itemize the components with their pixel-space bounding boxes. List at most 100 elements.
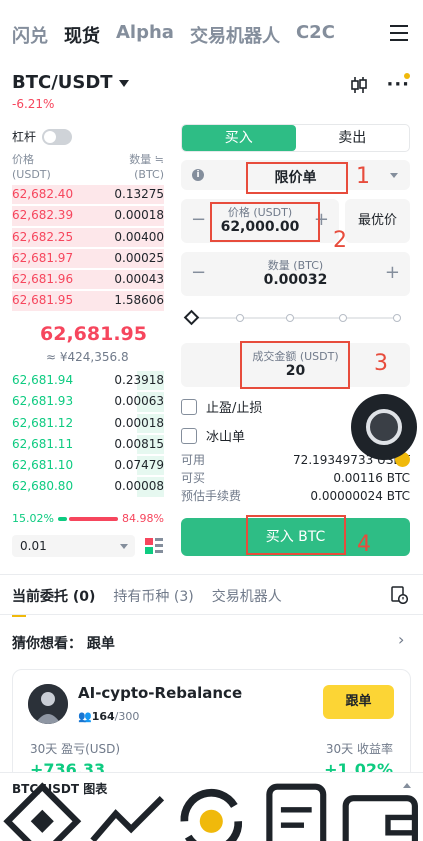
candlestick-icon[interactable] bbox=[350, 76, 368, 94]
bid-row[interactable]: 62,681.11 0.00815 bbox=[12, 434, 164, 455]
annotation-box-1 bbox=[246, 162, 348, 194]
tab-convert[interactable]: 闪兑 bbox=[12, 22, 48, 48]
top-tabs: 闪兑 现货 Alpha 交易机器人 C2C bbox=[12, 22, 335, 48]
amount-slider[interactable] bbox=[183, 309, 403, 326]
ask-qty: 1.58606 bbox=[114, 293, 164, 308]
annotation-box-3 bbox=[240, 341, 350, 389]
iceberg-checkbox[interactable]: 冰山单 bbox=[181, 426, 245, 445]
ask-price: 62,681.97 bbox=[12, 250, 74, 265]
more-icon[interactable]: ··· bbox=[386, 76, 410, 94]
best-price-button[interactable]: 最优价 bbox=[345, 199, 410, 243]
available-label[interactable]: 可用 bbox=[181, 451, 205, 469]
fee-label: 预估手续费 bbox=[181, 489, 242, 503]
home-icon[interactable] bbox=[0, 779, 85, 841]
tab-alpha[interactable]: Alpha bbox=[116, 22, 174, 48]
sell-tab[interactable]: 卖出 bbox=[296, 125, 410, 151]
pair-selector[interactable]: BTC/USDT bbox=[12, 72, 129, 93]
buy-sell-ratio: 15.02% 84.98% bbox=[12, 512, 164, 525]
slider-mark[interactable] bbox=[286, 314, 294, 322]
buy-tab[interactable]: 买入 bbox=[182, 125, 296, 151]
notification-dot bbox=[404, 73, 410, 79]
ask-price: 62,682.25 bbox=[12, 229, 74, 244]
ask-row[interactable]: 62,682.39 0.00018 bbox=[12, 205, 164, 226]
order-history-icon[interactable] bbox=[390, 586, 408, 604]
tab-spot[interactable]: 现货 bbox=[64, 22, 100, 48]
bot-users-count: 164 bbox=[91, 710, 115, 723]
orders-tabs: 当前委托 (0) 持有币种 (3) 交易机器人 bbox=[12, 586, 282, 617]
ask-row[interactable]: 62,681.95 1.58606 bbox=[12, 290, 164, 311]
slider-mark[interactable] bbox=[393, 314, 401, 322]
leverage-toggle[interactable]: 杠杆 bbox=[12, 128, 73, 145]
bid-list: 62,681.94 0.23918 62,681.93 0.00063 62,681.1… bbox=[12, 370, 164, 498]
bid-price: 62,681.10 bbox=[12, 458, 74, 473]
bid-qty: 0.00063 bbox=[114, 394, 164, 409]
tab-c2c[interactable]: C2C bbox=[296, 22, 335, 48]
ask-qty: 0.00043 bbox=[114, 272, 164, 287]
qty-unit: (BTC) bbox=[134, 168, 164, 181]
bid-row[interactable]: 62,681.94 0.23918 bbox=[12, 370, 164, 391]
annotation-number-4: 4 bbox=[357, 532, 371, 557]
orderbook-header: 价格 (USDT) 数量 ≒ (BTC) bbox=[12, 152, 164, 182]
divider bbox=[0, 614, 423, 615]
tab-holdings[interactable]: 持有币种 (3) bbox=[113, 586, 193, 606]
markets-icon[interactable] bbox=[85, 779, 170, 841]
tpsl-checkbox[interactable]: 止盈/止损 bbox=[181, 397, 262, 416]
ask-row[interactable]: 62,682.25 0.00400 bbox=[12, 227, 164, 248]
annotation-number-1: 1 bbox=[356, 164, 370, 189]
tab-bots[interactable]: 交易机器人 bbox=[212, 586, 282, 606]
futures-icon[interactable] bbox=[254, 779, 339, 841]
qty-header[interactable]: 数量 ≒ bbox=[129, 152, 164, 167]
floating-assistant-icon[interactable] bbox=[351, 394, 417, 460]
trade-icon[interactable] bbox=[169, 779, 254, 841]
bid-row[interactable]: 62,681.10 0.07479 bbox=[12, 455, 164, 476]
ask-price: 62,681.95 bbox=[12, 293, 74, 308]
ask-list: 62,682.40 0.13275 62,682.39 0.00018 62,682.2… bbox=[12, 184, 164, 312]
ask-row[interactable]: 62,682.40 0.13275 bbox=[12, 184, 164, 205]
bid-price: 62,680.80 bbox=[12, 479, 74, 494]
bid-qty: 0.00815 bbox=[114, 436, 164, 451]
chevron-right-icon[interactable]: › bbox=[398, 630, 404, 649]
bid-row[interactable]: 62,681.93 0.00063 bbox=[12, 391, 164, 412]
bid-price: 62,681.12 bbox=[12, 415, 74, 430]
quantity-input[interactable]: − 数量 (BTC) 0.00032 + bbox=[181, 252, 410, 296]
leverage-switch[interactable] bbox=[42, 128, 73, 145]
sell-ratio-bar bbox=[68, 516, 119, 521]
roi-label: 30天 收益率 bbox=[325, 742, 393, 756]
precision-select[interactable]: 0.01 bbox=[12, 535, 135, 557]
chevron-down-icon bbox=[118, 79, 129, 87]
ask-price: 62,681.96 bbox=[12, 272, 74, 287]
can-buy-value: 0.00116 BTC bbox=[333, 471, 410, 485]
annotation-box-4 bbox=[246, 515, 346, 555]
orderbook-layout-icon[interactable] bbox=[144, 537, 164, 555]
ask-row[interactable]: 62,681.96 0.00043 bbox=[12, 269, 164, 290]
can-buy-label: 可买 bbox=[181, 471, 206, 485]
tpsl-label: 止盈/止损 bbox=[206, 401, 263, 416]
tab-open-orders[interactable]: 当前委托 (0) bbox=[12, 586, 95, 617]
last-price: 62,681.95 bbox=[40, 323, 147, 345]
bid-price: 62,681.93 bbox=[12, 394, 74, 409]
wallet-icon[interactable] bbox=[338, 779, 423, 841]
slider-knob[interactable] bbox=[183, 309, 200, 326]
quantity-value[interactable]: 0.00032 bbox=[181, 272, 410, 288]
tab-trading-bots[interactable]: 交易机器人 bbox=[190, 22, 280, 48]
buy-ratio: 15.02% bbox=[12, 512, 54, 525]
side-tabs: 买入 卖出 bbox=[181, 124, 410, 152]
annotation-number-2: 2 bbox=[333, 228, 347, 253]
ask-qty: 0.00025 bbox=[114, 250, 164, 265]
bid-row[interactable]: 62,680.80 0.00008 bbox=[12, 476, 164, 497]
chevron-down-icon bbox=[390, 173, 398, 178]
annotation-box-2 bbox=[210, 202, 320, 242]
pair-label: BTC/USDT bbox=[12, 72, 113, 93]
leverage-label: 杠杆 bbox=[12, 130, 37, 144]
users-icon: 👥 bbox=[78, 710, 92, 723]
menu-icon[interactable] bbox=[390, 25, 408, 41]
ask-row[interactable]: 62,681.97 0.00025 bbox=[12, 248, 164, 269]
slider-mark[interactable] bbox=[236, 314, 244, 322]
fee-value: 0.00000024 BTC bbox=[310, 489, 410, 503]
follow-button[interactable]: 跟单 bbox=[323, 685, 394, 719]
plus-icon[interactable]: + bbox=[385, 262, 400, 283]
slider-mark[interactable] bbox=[339, 314, 347, 322]
ask-price: 62,682.40 bbox=[12, 187, 74, 201]
bid-row[interactable]: 62,681.12 0.00018 bbox=[12, 413, 164, 434]
bid-qty: 0.00008 bbox=[114, 479, 164, 494]
